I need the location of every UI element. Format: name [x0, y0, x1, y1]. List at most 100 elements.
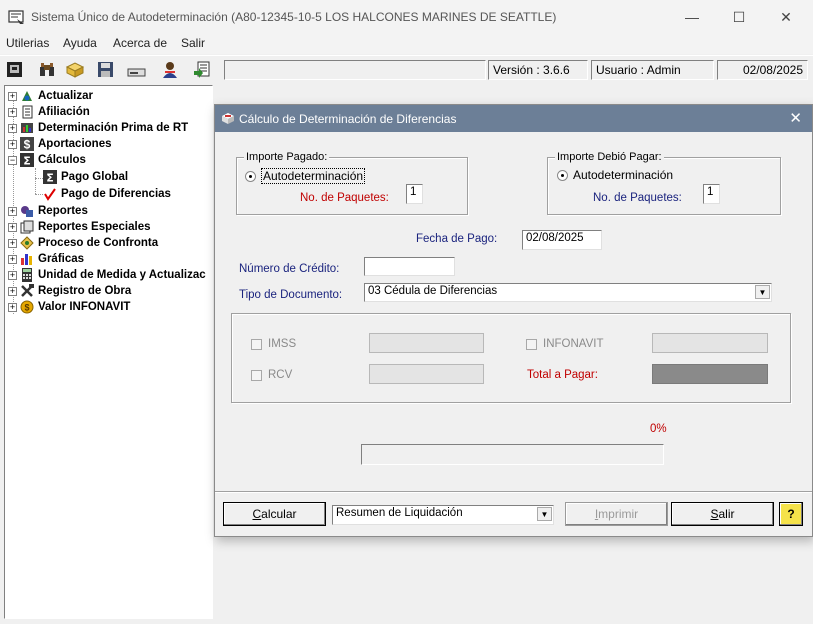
- numero-credito-input[interactable]: [364, 257, 455, 276]
- menu-utilerias[interactable]: Utilerias: [6, 36, 49, 50]
- menu-ayuda[interactable]: Ayuda: [63, 36, 97, 50]
- date-label: 02/08/2025: [717, 60, 808, 80]
- radio-selected-icon: [245, 170, 256, 182]
- version-label: Versión : 3.6.6: [488, 60, 588, 80]
- status-message: [224, 60, 486, 80]
- imss-label: IMSS: [268, 338, 297, 350]
- person-icon[interactable]: [159, 59, 180, 80]
- total-pagar-value: [652, 364, 768, 384]
- chevron-down-icon[interactable]: ▼: [537, 507, 552, 521]
- printer-icon[interactable]: [4, 59, 25, 80]
- infonavit-checkbox[interactable]: INFONAVIT: [526, 338, 603, 350]
- dialog-title: Cálculo de Determinación de Diferencias: [239, 112, 457, 126]
- autodeterminacion-radio-debio[interactable]: Autodeterminación: [557, 168, 673, 182]
- progress-percent: 0%: [650, 423, 667, 435]
- infonavit-value: [652, 333, 768, 353]
- group-legend: Importe Debió Pagar:: [555, 151, 664, 163]
- expand-icon[interactable]: +: [8, 222, 17, 232]
- expand-icon[interactable]: +: [8, 206, 17, 216]
- radio-label: Autodeterminación: [573, 168, 674, 182]
- maximize-button[interactable]: ☐: [716, 0, 762, 34]
- importe-debio-group: Importe Debió Pagar: Autodeterminación N…: [547, 151, 781, 215]
- tipo-documento-value: 03 Cédula de Diferencias: [368, 285, 498, 297]
- folder-icon[interactable]: [64, 59, 85, 80]
- dialog-title-bar: Cálculo de Determinación de Diferencias …: [215, 105, 812, 132]
- expand-icon[interactable]: +: [8, 286, 17, 296]
- navigation-tree[interactable]: + Actualizar + Afiliación + Determinació…: [4, 85, 213, 619]
- tree-label: Reportes Especiales: [38, 221, 151, 233]
- paquetes-label: No. de Paquetes:: [300, 192, 389, 204]
- tree-item-calculos[interactable]: − Σ Cálculos: [8, 152, 86, 168]
- importe-pagado-group: Importe Pagado: Autodeterminación No. de…: [236, 151, 468, 215]
- fecha-pago-label: Fecha de Pago:: [416, 233, 498, 245]
- tree-item-aportaciones[interactable]: + $ Aportaciones: [8, 136, 112, 152]
- expand-icon[interactable]: +: [8, 107, 17, 117]
- numero-credito-label: Número de Crédito:: [239, 263, 340, 275]
- tree-label: Reportes: [38, 205, 88, 217]
- radio-label: Autodeterminación: [261, 168, 366, 184]
- tree-label: Valor INFONAVIT: [38, 301, 131, 313]
- dialog-close-icon[interactable]: ✕: [789, 109, 802, 127]
- tree-item-afiliacion[interactable]: + Afiliación: [8, 104, 90, 120]
- imss-value: [369, 333, 484, 353]
- expand-icon[interactable]: +: [8, 238, 17, 248]
- dialog-app-icon: [222, 113, 234, 124]
- tree-label: Registro de Obra: [38, 285, 132, 297]
- save-icon[interactable]: [95, 59, 116, 80]
- expand-icon[interactable]: +: [8, 254, 17, 264]
- chevron-down-icon[interactable]: ▼: [755, 285, 770, 299]
- tree-item-proceso-confronta[interactable]: + Proceso de Confronta: [8, 235, 158, 251]
- calcular-button[interactable]: Calcular: [223, 502, 326, 526]
- svg-text:$: $: [24, 138, 31, 152]
- tree-item-reportes[interactable]: + Reportes: [8, 203, 88, 219]
- tree-item-graficas[interactable]: + Gráficas: [8, 251, 84, 267]
- menu-acerca-de[interactable]: Acerca de: [113, 36, 167, 50]
- title-bar: Sistema Único de Autodeterminación (A80-…: [0, 0, 813, 34]
- group-legend: Importe Pagado:: [244, 151, 330, 163]
- tree-item-registro-obra[interactable]: + Registro de Obra: [8, 283, 131, 299]
- export-icon[interactable]: [192, 59, 213, 80]
- help-button[interactable]: ?: [779, 502, 803, 526]
- collapse-icon[interactable]: −: [8, 155, 17, 165]
- tree-label: Unidad de Medida y Actualizac: [38, 269, 206, 281]
- minimize-button[interactable]: —: [669, 0, 715, 34]
- totals-group: IMSS INFONAVIT RCV Total a Pagar:: [231, 313, 791, 403]
- tree-item-actualizar[interactable]: + Actualizar: [8, 88, 93, 104]
- menu-salir[interactable]: Salir: [181, 36, 205, 50]
- tree-item-reportes-especiales[interactable]: + Reportes Especiales: [8, 219, 151, 235]
- paquetes-debio-input[interactable]: 1: [703, 184, 720, 204]
- svg-text:Σ: Σ: [46, 172, 54, 185]
- binoculars-icon[interactable]: [36, 59, 57, 80]
- expand-icon[interactable]: +: [8, 270, 17, 280]
- coin-icon: $: [20, 300, 34, 314]
- document-icon: [22, 105, 33, 119]
- update-icon: [22, 91, 32, 101]
- fecha-pago-input[interactable]: 02/08/2025: [522, 230, 602, 250]
- imprimir-button[interactable]: Imprimir: [565, 502, 668, 526]
- tree-item-valor-infonavit[interactable]: + $ Valor INFONAVIT: [8, 299, 130, 315]
- rcv-checkbox[interactable]: RCV: [251, 369, 292, 381]
- autodeterminacion-radio-pagado[interactable]: Autodeterminación: [245, 168, 366, 184]
- progress-bar: [361, 444, 664, 465]
- expand-icon[interactable]: +: [8, 139, 17, 149]
- close-button[interactable]: ✕: [763, 0, 809, 34]
- tree-item-determinacion-prima[interactable]: + Determinación Prima de RT: [8, 120, 188, 136]
- checkbox-icon: [251, 338, 262, 350]
- tree-item-unidad-medida[interactable]: + Unidad de Medida y Actualizac: [8, 267, 206, 283]
- tipo-documento-select[interactable]: 03 Cédula de Diferencias ▼: [364, 283, 772, 302]
- tree-label: Pago Global: [61, 171, 129, 183]
- expand-icon[interactable]: +: [8, 91, 17, 101]
- bar-chart-icon: [21, 254, 32, 265]
- svg-text:$: $: [24, 303, 29, 313]
- tree-item-pago-global[interactable]: Σ Pago Global: [43, 169, 128, 185]
- salir-button[interactable]: Salir: [671, 502, 774, 526]
- expand-icon[interactable]: +: [8, 123, 17, 133]
- expand-icon[interactable]: +: [8, 302, 17, 312]
- imss-checkbox[interactable]: IMSS: [251, 338, 296, 350]
- paquetes-pagado-input[interactable]: 1: [406, 184, 423, 204]
- rcv-label: RCV: [268, 369, 293, 381]
- tree-item-pago-diferencias[interactable]: Pago de Diferencias: [43, 186, 171, 202]
- tree-label: Afiliación: [38, 106, 90, 118]
- drive-icon[interactable]: [126, 59, 147, 80]
- report-select[interactable]: Resumen de Liquidación ▼: [332, 505, 554, 525]
